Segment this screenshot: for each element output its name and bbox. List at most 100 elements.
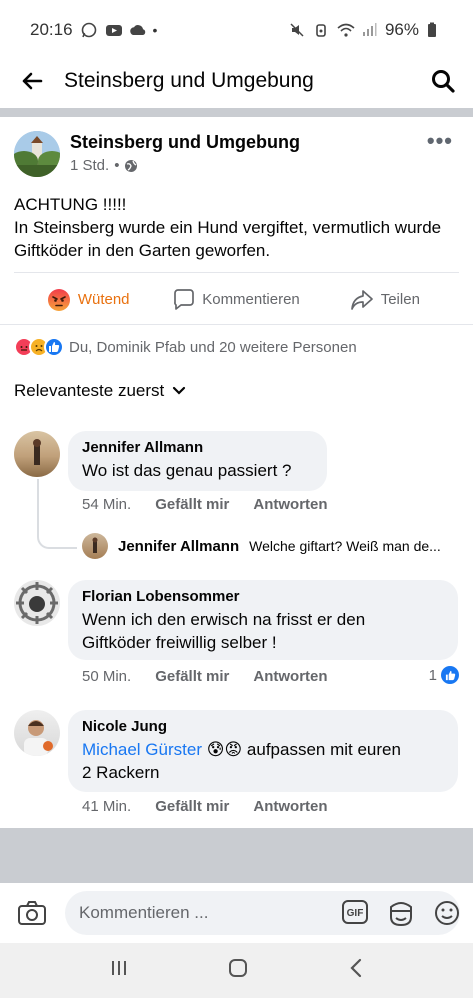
home-icon [229,959,248,977]
react-button[interactable]: Wütend [14,288,162,312]
speech-bubble-icon [174,288,195,310]
youtube-icon [105,22,122,38]
sticker-icon [390,902,412,927]
comment-text: Wo ist das genau passiert ? [82,461,292,480]
status-bar: 20:16 • 96% [0,0,473,60]
camera-button[interactable] [0,900,64,926]
recent-apps-button[interactable] [109,958,129,983]
commenter-avatar[interactable] [14,580,60,626]
gif-icon: GIF [342,900,368,924]
back-button[interactable] [0,58,64,104]
share-arrow-icon [350,289,373,310]
comment-time[interactable]: 41 Min. [82,798,131,815]
signal-icon [361,22,377,38]
meta-separator: • [114,157,120,174]
comment-emojis: 😰😡 [206,740,243,759]
comment-placeholder: Kommentieren ... [79,903,209,922]
comment-label: Kommentieren [202,291,300,308]
arrow-left-icon [22,72,43,90]
reply-comment-button[interactable]: Antworten [253,668,327,685]
comment-meta: 50 Min. Gefällt mir Antworten [82,668,328,685]
group-name-link[interactable]: Steinsberg und Umgebung [70,132,300,153]
comment-time[interactable]: 50 Min. [82,668,131,685]
section-divider [0,108,473,117]
reply-comment-button[interactable]: Antworten [253,496,327,513]
search-icon [432,70,455,93]
like-reaction-icon [44,337,64,357]
comment-sort-dropdown[interactable]: Relevanteste zuerst [14,381,186,401]
thread-connector [37,479,77,549]
group-avatar[interactable] [14,131,60,177]
comment-text-line1: Wenn ich den erwisch na frisst er den [82,610,366,629]
post-text-line1: ACHTUNG !!!!! [14,195,127,214]
comment-text-rest: aufpassen mit euren [246,740,401,759]
whatsapp-icon [81,22,97,38]
comment-button[interactable]: Kommentieren [162,288,310,311]
post-meta: 1 Std. • [70,157,138,174]
share-button[interactable]: Teilen [311,289,459,311]
battery-icon [427,22,443,38]
comment-meta: 54 Min. Gefällt mir Antworten [82,496,328,513]
comment-composer: Kommentieren ... GIF [0,883,473,943]
mute-icon [289,22,305,38]
commenter-avatar[interactable] [14,431,60,477]
mention-link[interactable]: Michael Gürster [82,740,202,759]
reply-comment-button[interactable]: Antworten [253,798,327,815]
comment-meta: 41 Min. Gefällt mir Antworten [82,798,328,815]
like-comment-button[interactable]: Gefällt mir [155,496,229,513]
cloud-icon [129,22,145,38]
react-label: Wütend [77,291,130,308]
reactions-names: Du, Dominik Pfab und 20 weitere Personen [69,338,357,356]
camera-icon [18,901,46,925]
post-actions: Wütend Kommentieren Teilen [14,272,459,326]
commenter-name[interactable]: Nicole Jung [82,718,444,735]
comment-text-line2: 2 Rackern [82,763,160,782]
actions-divider [0,324,473,325]
comment-text-line1: Michael Gürster 😰😡 aufpassen mit euren [82,738,444,761]
comment-text-line2: Giftköder freiwillig selber ! [82,633,277,652]
home-button[interactable] [227,957,249,984]
like-comment-button[interactable]: Gefällt mir [155,798,229,815]
post-time[interactable]: 1 Std. [70,157,109,174]
comment-like-count[interactable]: 1 [429,666,459,684]
emoji-button[interactable] [433,899,461,932]
recent-apps-icon [112,961,127,975]
comment-bubble[interactable]: Jennifer Allmann Wo ist das genau passie… [68,431,327,491]
commenter-name[interactable]: Jennifer Allmann [82,439,313,456]
svg-text:GIF: GIF [347,908,364,919]
reply-avatar[interactable] [82,533,108,559]
chevron-down-icon [173,386,186,395]
like-count-value: 1 [428,666,437,684]
reply-text: Welche giftart? Weiß man de... [249,538,441,554]
reply-author[interactable]: Jennifer Allmann [118,538,239,555]
post-header: Steinsberg und Umgebung 1 Std. • ••• [0,128,473,180]
gif-button[interactable]: GIF [341,899,369,932]
chevron-left-icon [350,958,361,978]
commenter-name[interactable]: Florian Lobensommer [82,588,444,605]
status-time: 20:16 [30,20,73,39]
more-dots-icon: ••• [426,128,453,153]
search-button[interactable] [413,58,473,104]
alarm-icon [313,22,329,38]
like-comment-button[interactable]: Gefällt mir [155,668,229,685]
wifi-icon [337,22,355,38]
post-body: ACHTUNG !!!!! In Steinsberg wurde ein Hu… [14,193,459,262]
commenter-avatar[interactable] [14,710,60,756]
sticker-button[interactable] [387,899,415,932]
share-label: Teilen [380,291,420,308]
page-title: Steinsberg und Umgebung [64,69,314,92]
system-back-button[interactable] [348,957,364,984]
comment-bubble[interactable]: Florian Lobensommer Wenn ich den erwisch… [68,580,458,660]
like-reaction-icon [441,666,459,684]
reactions-summary[interactable]: Du, Dominik Pfab und 20 weitere Personen [14,337,357,357]
globe-icon [125,159,138,172]
battery-percent: 96% [384,20,419,39]
smiley-icon [435,901,459,925]
system-navigation-bar [0,943,473,998]
comment-time[interactable]: 54 Min. [82,496,131,513]
sort-label: Relevanteste zuerst [14,381,165,400]
reply-preview[interactable]: Jennifer Allmann Welche giftart? Weiß ma… [82,533,441,559]
comment-bubble[interactable]: Nicole Jung Michael Gürster 😰😡 aufpassen… [68,710,458,792]
more-options-button[interactable]: ••• [427,128,453,154]
app-bar: Steinsberg und Umgebung [0,58,473,104]
